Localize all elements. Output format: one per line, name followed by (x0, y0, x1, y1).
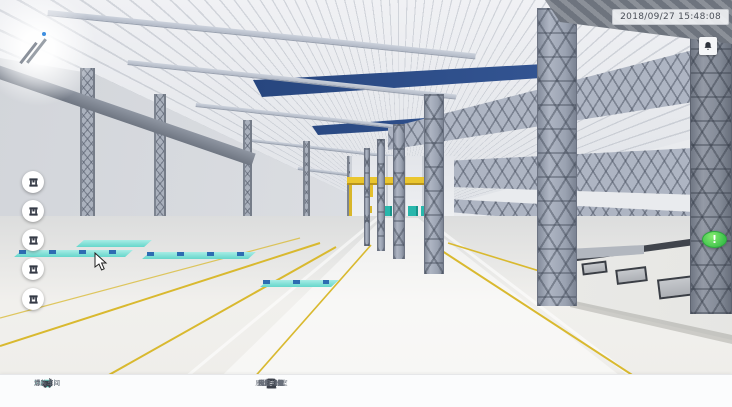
press-machine-icon (28, 264, 39, 275)
notification-button[interactable] (699, 37, 717, 55)
press-machine-icon (28, 177, 39, 188)
steel-column (393, 124, 405, 259)
hotspot-press-line-5[interactable] (22, 288, 44, 310)
pole-tip (42, 32, 46, 36)
steel-column (364, 148, 370, 246)
hotspot-press-line-4[interactable] (22, 258, 44, 280)
mouse-cursor (94, 252, 107, 271)
toolbar-item-label: 总装车间 (34, 378, 60, 387)
timestamp: 2018/09/27 15:48:08 (612, 9, 729, 25)
press-machine-icon (28, 235, 39, 246)
steel-column-near (537, 8, 577, 306)
toolbar-item-label: 一般规划 (258, 378, 284, 387)
bell-icon (703, 41, 713, 51)
hotspot-press-line-3[interactable] (22, 229, 44, 251)
press-machine-icon (28, 206, 39, 217)
press-machine-icon (28, 294, 39, 305)
steel-column (424, 94, 444, 274)
alert-marker[interactable]: ! (702, 231, 727, 248)
digital-factory-app: ! 2018/09/27 15:48:08 整厂冲压车间焊装车间涂装车间总装车间… (0, 0, 732, 407)
hotspot-press-line-2[interactable] (22, 200, 44, 222)
bottom-toolbar: 整厂冲压车间焊装车间涂装车间总装车间 生产物流物流规划工厂安保质量实验室质量评审… (0, 374, 732, 407)
steel-column (377, 139, 385, 251)
hotspot-press-line-1[interactable] (22, 171, 44, 193)
